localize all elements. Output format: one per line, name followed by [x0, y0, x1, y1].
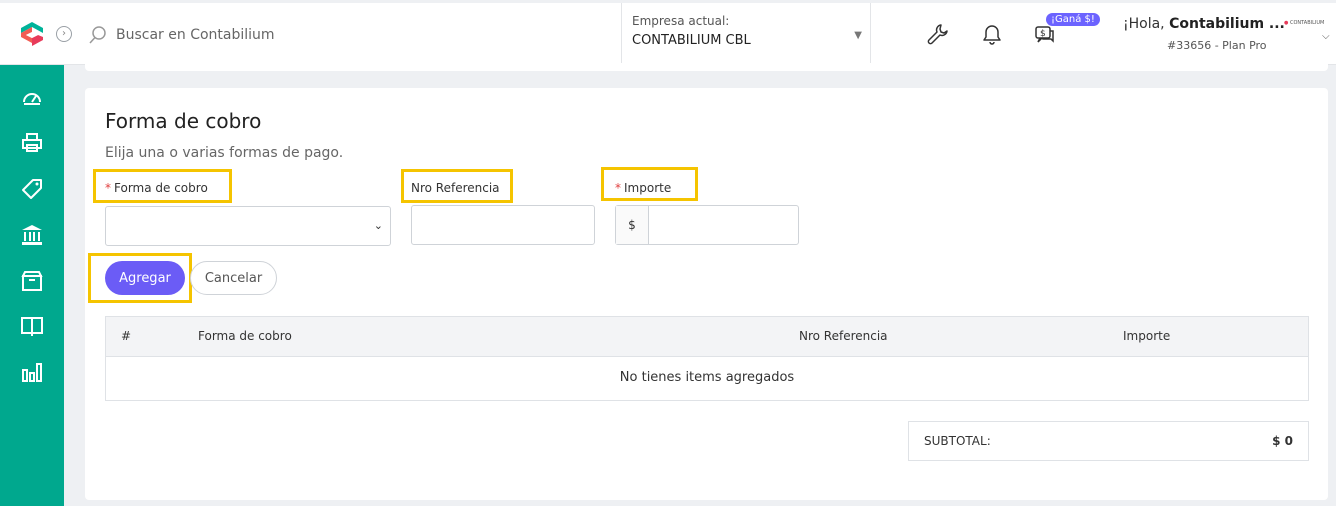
company-selector[interactable]: Empresa actual: CONTABILIUM CBL ▼ [621, 3, 871, 65]
column-header-number: # [121, 329, 132, 343]
table-header: # Forma de cobro Nro Referencia Importe [106, 317, 1308, 357]
contabilium-logo[interactable] [18, 20, 46, 48]
column-header-reference: Nro Referencia [799, 329, 888, 343]
wrench-icon[interactable] [927, 23, 949, 45]
payment-method-card: Forma de cobro Elija una o varias formas… [85, 88, 1328, 500]
company-value: CONTABILIUM CBL [632, 33, 751, 48]
required-mark: * [615, 181, 621, 195]
payments-table: # Forma de cobro Nro Referencia Importe … [105, 316, 1309, 401]
previous-card-edge [85, 63, 1328, 71]
svg-text:$: $ [1040, 29, 1046, 39]
subtotal-label: SUBTOTAL: [924, 434, 991, 448]
dashboard-icon[interactable] [20, 86, 44, 110]
user-plan: #33656 - Plan Pro [1167, 39, 1267, 52]
referral-chat-icon[interactable]: $ [1034, 23, 1056, 45]
printer-icon[interactable] [20, 131, 44, 155]
referral-badge[interactable]: ¡Ganá $! [1046, 13, 1100, 26]
bar-chart-icon[interactable] [20, 360, 44, 384]
bank-icon[interactable] [20, 223, 44, 247]
avatar-text: CONTABILIUM [1289, 20, 1325, 26]
search-input[interactable] [116, 23, 416, 47]
required-mark: * [105, 181, 111, 195]
cancel-button[interactable]: Cancelar [190, 261, 277, 295]
user-greeting[interactable]: ¡Hola, Contabilium ... [1123, 16, 1285, 32]
box-icon[interactable] [20, 269, 44, 293]
chevron-down-icon: ⌄ [373, 219, 383, 232]
subtotal-box: SUBTOTAL: $ 0 [908, 421, 1309, 461]
amount-input[interactable]: $ [615, 205, 799, 245]
user-name: Contabilium ... [1169, 16, 1285, 32]
add-button[interactable]: Agregar [105, 261, 185, 295]
greeting-prefix: ¡Hola, [1123, 16, 1170, 32]
empty-table-message: No tienes items agregados [619, 370, 795, 385]
column-header-amount: Importe [1123, 329, 1171, 343]
book-icon[interactable] [20, 314, 44, 338]
tag-icon[interactable] [20, 177, 44, 201]
company-label: Empresa actual: [632, 14, 730, 28]
subtotal-value: $ 0 [1272, 434, 1293, 448]
caret-down-icon: ▼ [854, 30, 862, 41]
payment-method-label: * Forma de cobro [105, 181, 208, 195]
reference-input[interactable] [411, 205, 595, 245]
page-subtitle: Elija una o varias formas de pago. [105, 145, 344, 161]
payment-method-label-text: Forma de cobro [114, 181, 208, 195]
sidebar [0, 65, 64, 506]
top-bar: › Empresa actual: CONTABILIUM CBL ▼ $ ¡G… [0, 3, 1336, 65]
chevron-down-icon[interactable]: ⌵ [1322, 31, 1330, 42]
bell-icon[interactable] [981, 23, 1003, 45]
page-title: Forma de cobro [105, 109, 262, 133]
avatar[interactable]: ● CONTABILIUM [1284, 20, 1328, 30]
sidebar-toggle-icon[interactable]: › [56, 26, 72, 42]
amount-label-text: Importe [624, 181, 672, 195]
search-icon [89, 26, 106, 44]
column-header-payment-method: Forma de cobro [198, 329, 292, 343]
reference-label: Nro Referencia [411, 181, 500, 195]
payment-method-select[interactable]: ⌄ [105, 206, 391, 246]
currency-addon: $ [616, 206, 649, 244]
amount-label: * Importe [615, 181, 671, 195]
